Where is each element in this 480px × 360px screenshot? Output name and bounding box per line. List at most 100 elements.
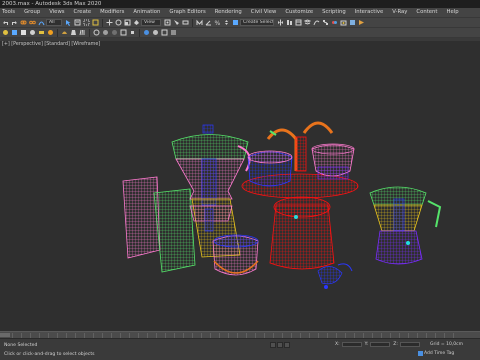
z-coordinate-field[interactable] bbox=[399, 342, 420, 347]
rendered-frame-window-icon[interactable] bbox=[348, 19, 356, 27]
coordinate-display: X: Y: Z: bbox=[335, 342, 423, 347]
z-label: Z: bbox=[393, 342, 398, 347]
menu-views[interactable]: Views bbox=[49, 8, 64, 17]
render-setup-icon[interactable] bbox=[339, 19, 347, 27]
named-selection-sets-dropdown[interactable]: Create Selection Se bbox=[240, 19, 274, 26]
menu-bar: Tools Group Views Create Modifiers Anima… bbox=[0, 8, 480, 17]
perspective-viewport[interactable]: [+] [Perspective] [Standard] [Wireframe] bbox=[0, 41, 480, 331]
menu-interactive[interactable]: Interactive bbox=[355, 8, 384, 17]
menu-rendering[interactable]: Rendering bbox=[215, 8, 242, 17]
toolbar-separator bbox=[57, 28, 58, 37]
selection-filter-dropdown[interactable]: All bbox=[46, 19, 62, 26]
glass-cup-pink[interactable] bbox=[311, 143, 355, 180]
toolbar-separator bbox=[89, 28, 90, 37]
coffee-bag-green[interactable] bbox=[153, 188, 196, 273]
keyboard-shortcut-icon[interactable] bbox=[181, 19, 189, 27]
add-time-tag-button[interactable]: Add Time Tag bbox=[424, 351, 454, 356]
isolate-icon[interactable] bbox=[270, 342, 276, 348]
x-coordinate-field[interactable] bbox=[341, 342, 362, 347]
lock-icon[interactable] bbox=[277, 342, 283, 348]
unlink-icon[interactable] bbox=[28, 19, 36, 27]
select-manipulate-icon[interactable] bbox=[172, 19, 180, 27]
redo-icon[interactable] bbox=[10, 19, 18, 27]
coffee-beans[interactable] bbox=[317, 263, 353, 289]
glass-cup-front[interactable] bbox=[212, 234, 259, 276]
place-icon[interactable] bbox=[132, 19, 140, 27]
menu-civil-view[interactable]: Civil View bbox=[251, 8, 277, 17]
vray-render-icon[interactable] bbox=[19, 29, 27, 37]
y-label: Y: bbox=[364, 342, 369, 347]
window-crossing-icon[interactable] bbox=[91, 19, 99, 27]
vray-decal-icon[interactable] bbox=[128, 29, 136, 37]
scale-icon[interactable] bbox=[123, 19, 131, 27]
y-coordinate-field[interactable] bbox=[370, 342, 391, 347]
region-select-icon[interactable] bbox=[82, 19, 90, 27]
menu-vray[interactable]: V-Ray bbox=[392, 8, 407, 17]
render-production-icon[interactable] bbox=[357, 19, 365, 27]
status-bar: None Selected Click or click-and-drag to… bbox=[0, 338, 480, 360]
menu-customize[interactable]: Customize bbox=[285, 8, 313, 17]
vray-lister-icon[interactable] bbox=[142, 29, 150, 37]
vray-frame-buffer-icon[interactable] bbox=[10, 29, 18, 37]
menu-modifiers[interactable]: Modifiers bbox=[100, 8, 124, 17]
menu-animation[interactable]: Animation bbox=[133, 8, 160, 17]
vray-ies-light-icon[interactable] bbox=[69, 29, 77, 37]
time-slider[interactable] bbox=[0, 331, 480, 338]
mirror-icon[interactable] bbox=[276, 19, 284, 27]
toggle-layer-explorer-icon[interactable] bbox=[303, 19, 311, 27]
material-editor-icon[interactable] bbox=[330, 19, 338, 27]
pivot-center-icon[interactable] bbox=[163, 19, 171, 27]
vray-proxy-icon[interactable] bbox=[92, 29, 100, 37]
title-bar: 2003.max - Autodesk 3ds Max 2020 bbox=[0, 0, 480, 8]
glass-cup-blue[interactable] bbox=[247, 150, 293, 187]
edit-named-selection-icon[interactable] bbox=[231, 19, 239, 27]
menu-scripting[interactable]: Scripting bbox=[322, 8, 346, 17]
toggle-scene-explorer-icon[interactable] bbox=[294, 19, 302, 27]
menu-group[interactable]: Group bbox=[24, 8, 40, 17]
moka-pot-small[interactable] bbox=[369, 186, 442, 265]
time-tag-icon[interactable] bbox=[418, 351, 423, 356]
vray-light-icon[interactable] bbox=[1, 29, 9, 37]
absolute-mode-icon[interactable] bbox=[284, 342, 290, 348]
vray-clipper-icon[interactable] bbox=[119, 29, 127, 37]
time-slider-thumb[interactable] bbox=[0, 333, 10, 337]
bind-spacewarp-icon[interactable] bbox=[37, 19, 45, 27]
vray-sun-icon[interactable] bbox=[46, 29, 54, 37]
vray-plane-icon[interactable] bbox=[101, 29, 109, 37]
align-icon[interactable] bbox=[285, 19, 293, 27]
undo-icon[interactable] bbox=[1, 19, 9, 27]
grid-size: Grid = 10,0cm bbox=[430, 342, 463, 347]
toolbar-separator bbox=[102, 18, 103, 27]
vray-mesh-export-icon[interactable] bbox=[37, 29, 45, 37]
vray-sphere-fade-icon[interactable] bbox=[110, 29, 118, 37]
link-icon[interactable] bbox=[19, 19, 27, 27]
percent-snap-icon[interactable]: % bbox=[213, 19, 221, 27]
x-label: X: bbox=[335, 342, 340, 347]
reference-coordinate-dropdown[interactable]: View bbox=[141, 19, 161, 26]
menu-tools[interactable]: Tools bbox=[2, 8, 15, 17]
menu-content[interactable]: Content bbox=[416, 8, 437, 17]
rotate-icon[interactable] bbox=[114, 19, 122, 27]
move-icon[interactable] bbox=[105, 19, 113, 27]
curve-editor-icon[interactable] bbox=[312, 19, 320, 27]
schematic-view-icon[interactable] bbox=[321, 19, 329, 27]
vray-converter-icon[interactable] bbox=[169, 29, 177, 37]
vray-material-icon[interactable] bbox=[151, 29, 159, 37]
vray-ipr-icon[interactable] bbox=[28, 29, 36, 37]
menu-create[interactable]: Create bbox=[74, 8, 92, 17]
coffee-bag-pink[interactable] bbox=[122, 176, 161, 259]
select-object-icon[interactable] bbox=[64, 19, 72, 27]
coffee-grinder-red[interactable] bbox=[269, 196, 335, 270]
3dsmax-window: 2003.max - Autodesk 3ds Max 2020 Tools G… bbox=[0, 0, 480, 360]
vray-toolbar-icon[interactable] bbox=[160, 29, 168, 37]
prompt-line: Click or click-and-drag to select object… bbox=[4, 352, 95, 357]
snap-3d-icon[interactable] bbox=[195, 19, 203, 27]
vray-dome-light-icon[interactable] bbox=[60, 29, 68, 37]
vray-fur-icon[interactable] bbox=[78, 29, 86, 37]
main-toolbar: All View % Create Selection Se bbox=[0, 17, 480, 27]
spinner-snap-icon[interactable] bbox=[222, 19, 230, 27]
menu-help[interactable]: Help bbox=[446, 8, 458, 17]
angle-snap-icon[interactable] bbox=[204, 19, 212, 27]
select-by-name-icon[interactable] bbox=[73, 19, 81, 27]
menu-graph-editors[interactable]: Graph Editors bbox=[169, 8, 205, 17]
